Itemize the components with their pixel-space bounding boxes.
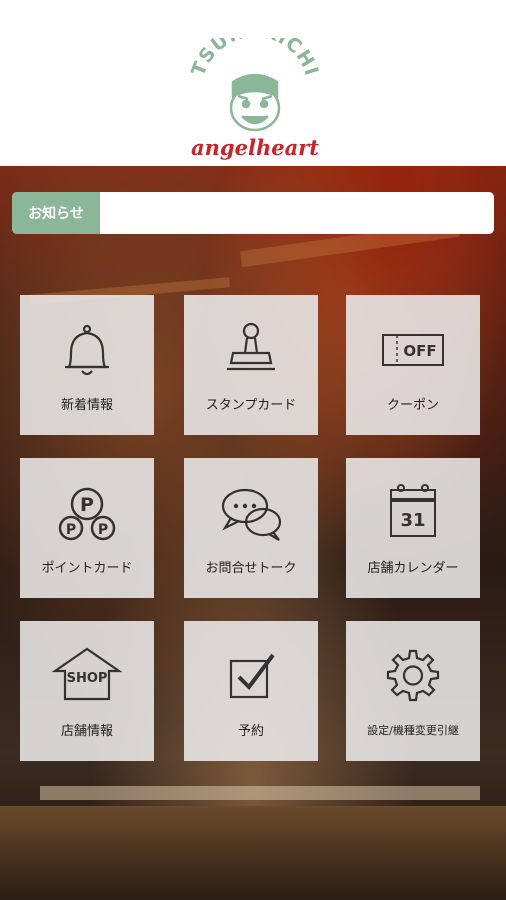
point-card-icon: P P P — [58, 487, 116, 541]
menu-news-label: 新着情報 — [60, 398, 113, 413]
menu-coupon-label: クーポン — [386, 398, 439, 413]
menu-news[interactable]: 新着情報 — [20, 295, 154, 435]
menu-reservation[interactable]: 予約 — [184, 621, 318, 761]
menu-inquiry-talk-label: お問合せトーク — [205, 561, 297, 576]
menu-store-info[interactable]: SHOP 店舗情報 — [20, 621, 154, 761]
menu-reservation-label: 予約 — [237, 724, 264, 739]
bell-icon — [65, 324, 109, 376]
svg-text:P: P — [80, 494, 94, 516]
svg-text:OFF: OFF — [403, 342, 436, 360]
gear-icon — [386, 649, 440, 702]
calendar-icon: 31 — [390, 484, 436, 537]
menu-stamp-card[interactable]: スタンプカード — [184, 295, 318, 435]
menu-settings[interactable]: 設定/機種変更引継 — [346, 621, 480, 761]
chat-icon — [221, 488, 282, 541]
stamp-icon — [227, 322, 275, 371]
coupon-icon: OFF — [382, 334, 444, 366]
menu-inquiry-talk[interactable]: お問合せトーク — [184, 458, 318, 598]
menu-point-card-label: ポイントカード — [41, 561, 133, 576]
svg-text:P: P — [98, 522, 108, 538]
svg-text:TSURUKICHI: TSURUKICHI — [190, 38, 320, 79]
svg-text:angelheart: angelheart — [191, 135, 319, 160]
svg-text:31: 31 — [400, 510, 425, 531]
notice-label: お知らせ — [12, 192, 100, 234]
shop-icon: SHOP — [51, 647, 123, 701]
menu-store-info-label: 店舗情報 — [60, 724, 113, 739]
notice-bar[interactable]: お知らせ — [12, 192, 494, 234]
menu-coupon[interactable]: OFF クーポン — [346, 295, 480, 435]
svg-text:SHOP: SHOP — [67, 671, 108, 686]
brand-logo: TSURUKICHI angelheart — [190, 38, 320, 160]
menu-store-calendar-label: 店舗カレンダー — [367, 561, 459, 576]
app-header: TSURUKICHI angelheart — [0, 0, 506, 166]
menu-store-calendar[interactable]: 31 店舗カレンダー — [346, 458, 480, 598]
menu-point-card[interactable]: P P P ポイントカード — [20, 458, 154, 598]
menu-stamp-card-label: スタンプカード — [205, 398, 297, 413]
checkbox-icon — [229, 653, 275, 699]
svg-text:P: P — [66, 522, 76, 538]
menu-settings-label: 設定/機種変更引継 — [367, 724, 459, 737]
